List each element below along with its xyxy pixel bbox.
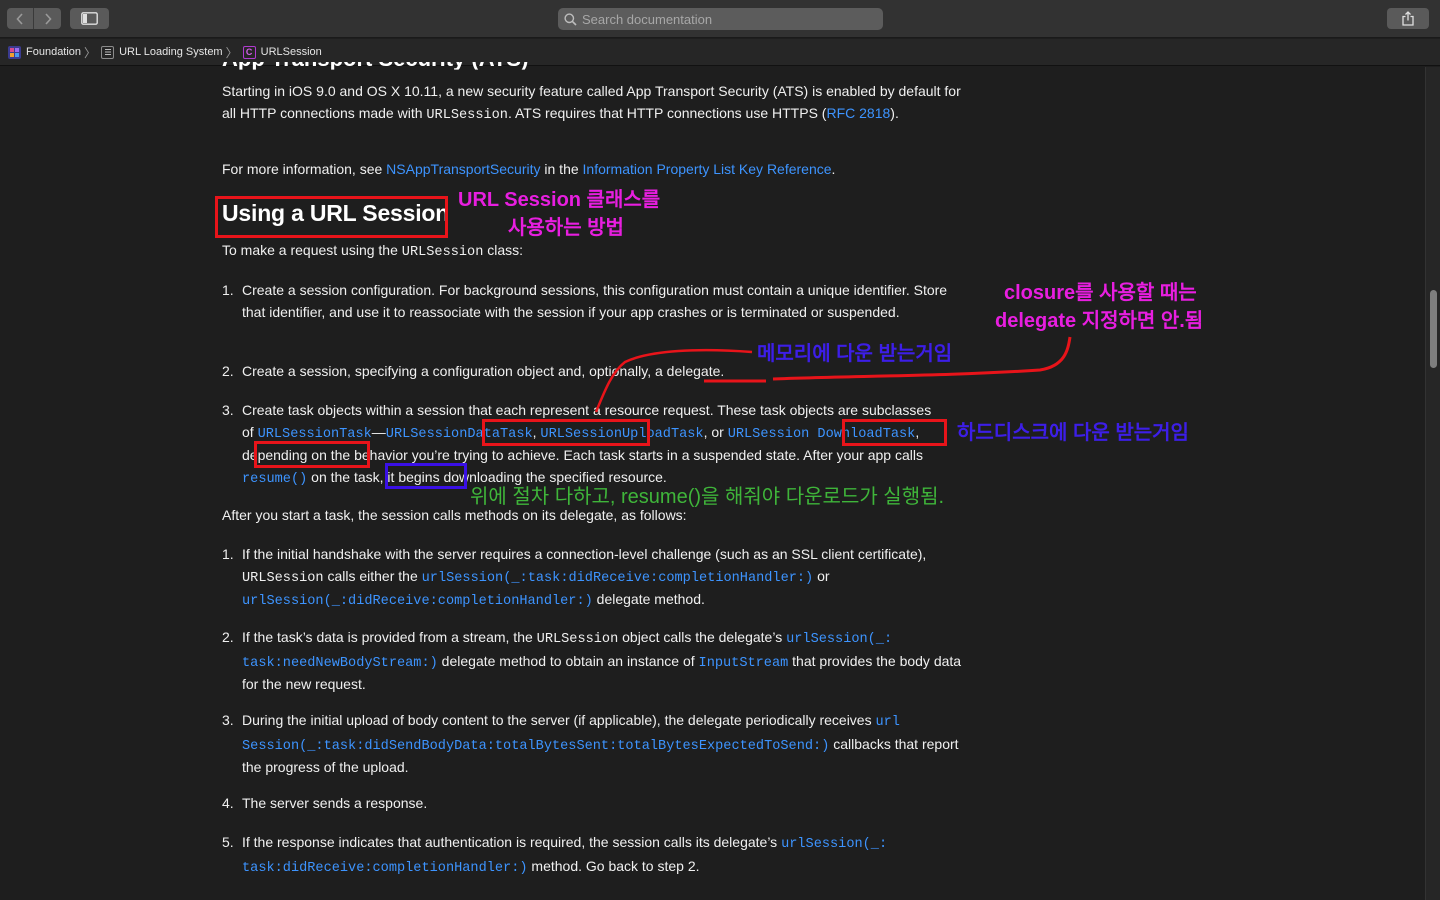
- vertical-scrollbar-track[interactable]: [1425, 67, 1440, 900]
- vertical-scrollbar-thumb[interactable]: [1430, 290, 1437, 368]
- delegate-arrow-stroke: [772, 336, 1072, 381]
- annotation-strokes: [594, 336, 1072, 413]
